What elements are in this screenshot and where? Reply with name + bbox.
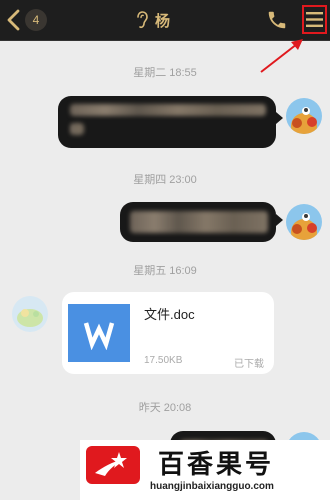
bubble-tail bbox=[276, 112, 283, 124]
phone-icon bbox=[268, 11, 286, 29]
blurred-message-text bbox=[130, 211, 268, 233]
call-button[interactable] bbox=[266, 9, 288, 31]
ear-icon bbox=[137, 11, 148, 29]
word-file-icon bbox=[68, 304, 130, 362]
avatar-image bbox=[286, 204, 322, 240]
avatar-image bbox=[12, 296, 48, 332]
message-timestamp: 星期四 23:00 bbox=[133, 174, 197, 186]
file-size: 17.50KB bbox=[144, 355, 183, 366]
message-timestamp: 星期五 16:09 bbox=[133, 265, 197, 277]
download-status: 已下载 bbox=[234, 359, 264, 370]
file-message-card[interactable]: 文件.doc 17.50KB 已下载 bbox=[62, 292, 274, 374]
contact-title: 杨 bbox=[136, 10, 170, 30]
blurred-message-text bbox=[70, 123, 84, 135]
hamburger-menu-icon bbox=[306, 12, 323, 27]
contact-avatar[interactable] bbox=[12, 296, 48, 332]
watermark-url: huangjinbaixiangguo.com bbox=[150, 481, 274, 492]
contact-name: 杨 bbox=[155, 12, 171, 30]
file-name: 文件.doc bbox=[144, 307, 195, 322]
message-timestamp: 星期二 18:55 bbox=[133, 67, 197, 79]
outgoing-message-bubble[interactable] bbox=[58, 96, 276, 148]
chevron-left-icon bbox=[7, 9, 20, 31]
star-logo-icon bbox=[86, 446, 140, 484]
message-timestamp: 昨天 20:08 bbox=[138, 402, 192, 414]
watermark-brand: 百香果号 bbox=[158, 449, 275, 479]
my-avatar[interactable] bbox=[286, 98, 322, 134]
blurred-message-text bbox=[70, 104, 266, 116]
avatar-image bbox=[286, 98, 322, 134]
outgoing-message-bubble[interactable] bbox=[120, 202, 276, 242]
unread-count-badge[interactable]: 4 bbox=[25, 9, 47, 31]
back-button[interactable] bbox=[3, 8, 27, 32]
watermark-overlay: 百香果号 huangjinbaixiangguo.com bbox=[80, 440, 330, 500]
my-avatar[interactable] bbox=[286, 204, 322, 240]
bubble-tail bbox=[276, 214, 283, 226]
